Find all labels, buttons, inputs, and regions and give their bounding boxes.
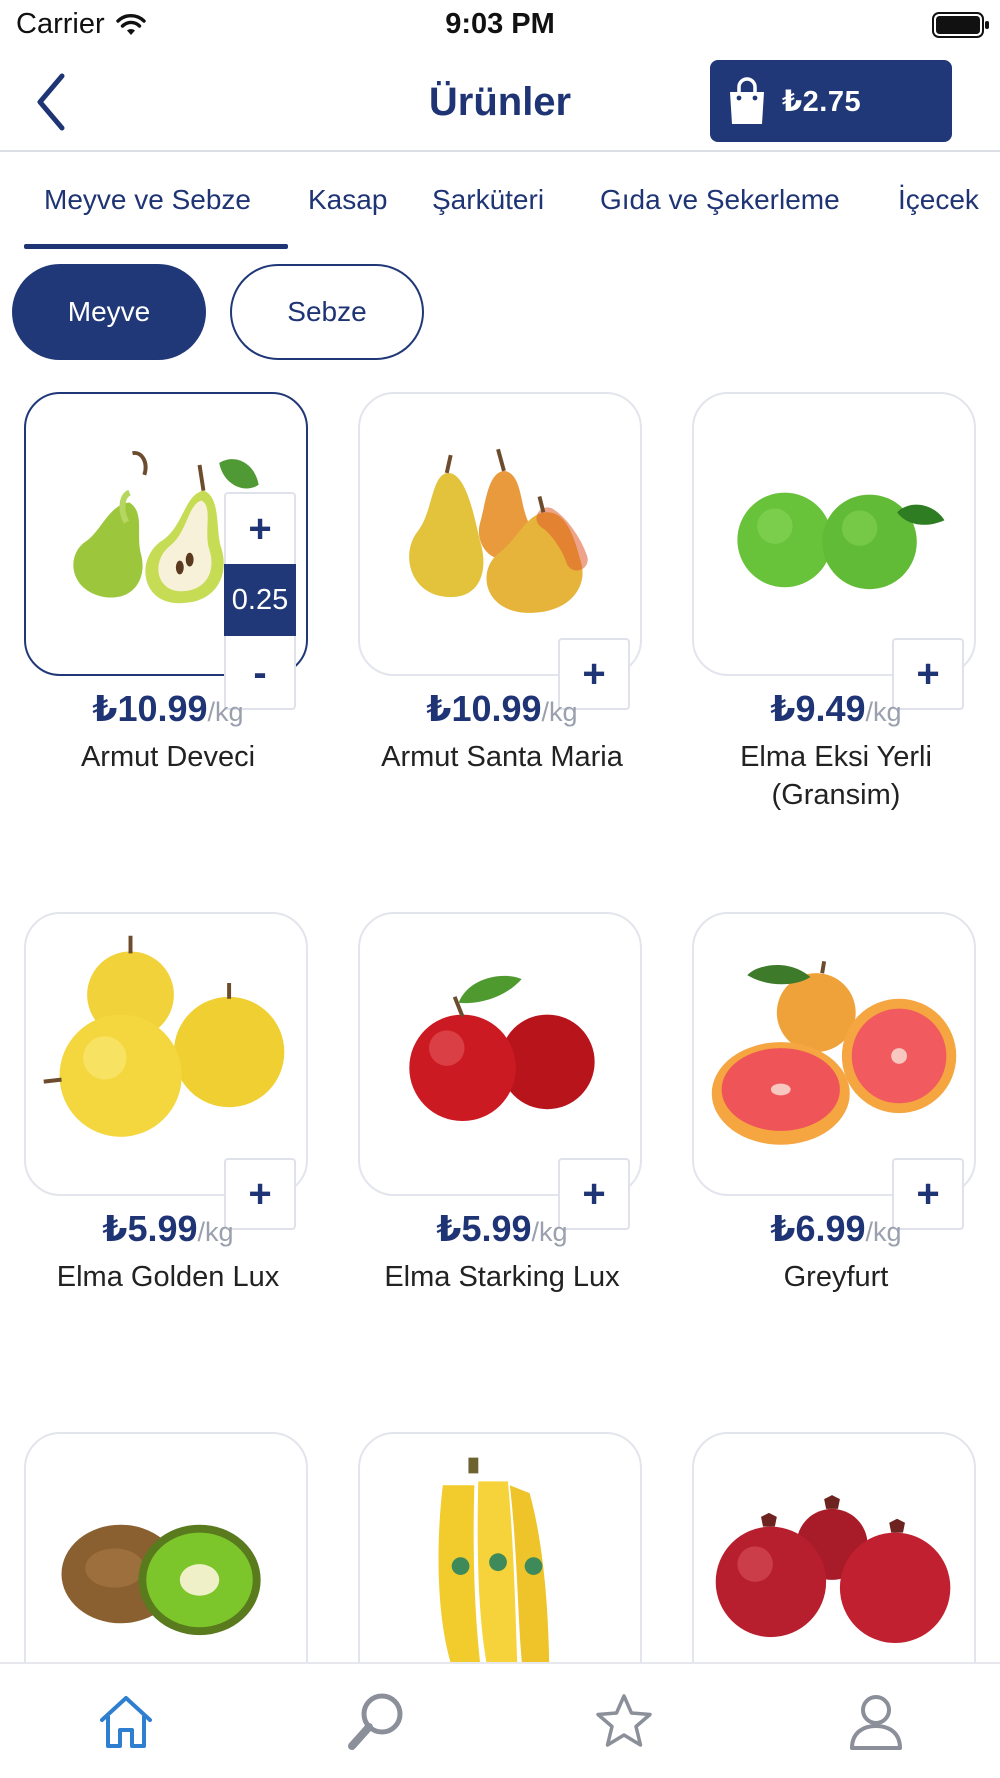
quantity-value: 0.25 (224, 564, 296, 636)
subcategory-meyve[interactable]: Meyve (12, 264, 206, 360)
star-icon (596, 1694, 652, 1747)
cart-total: ₺2.75 (782, 85, 862, 118)
price-line: ₺10.99/kg (334, 688, 670, 730)
price-unit: /kg (865, 1217, 902, 1247)
subcategory-sebze[interactable]: Sebze (230, 264, 424, 360)
price-unit: /kg (207, 697, 244, 727)
battery-icon (932, 12, 989, 38)
cart-button[interactable]: ₺2.75 (710, 60, 952, 142)
product-price: ₺10.99 (92, 688, 208, 729)
increase-quantity-button[interactable]: + (226, 494, 294, 564)
product-image-card[interactable] (692, 912, 976, 1196)
product-price: ₺5.99 (436, 1208, 532, 1249)
green-apples-image (737, 492, 945, 590)
pears-image (409, 448, 588, 613)
nav-profile[interactable] (844, 1690, 908, 1754)
active-tab-indicator (24, 244, 288, 249)
navigation-header: Ürünler ₺2.75 (0, 52, 1000, 152)
price-unit: /kg (531, 1217, 568, 1247)
home-icon (100, 1696, 152, 1748)
price-line: ₺5.99/kg (0, 1208, 336, 1250)
category-tabs: Meyve ve Sebze Kasap Şarküteri Gıda ve Ş… (0, 152, 1000, 252)
price-line: ₺10.99/kg (0, 688, 336, 730)
app-screen: Carrier 9:03 PM Ürünler ₺2.75 Meyve ve S… (0, 0, 1000, 1778)
product-price: ₺9.49 (770, 688, 866, 729)
price-line: ₺6.99/kg (668, 1208, 1000, 1250)
price-unit: /kg (865, 697, 902, 727)
price-line: ₺5.99/kg (334, 1208, 670, 1250)
status-bar: Carrier 9:03 PM (0, 0, 1000, 52)
product-image-card[interactable] (358, 392, 642, 676)
status-time: 9:03 PM (445, 8, 555, 40)
product-name: Elma Golden Lux (56, 1261, 280, 1293)
product-price: ₺5.99 (102, 1208, 198, 1249)
price-unit: /kg (197, 1217, 234, 1247)
product-name: Elma Eksi Yerli (Gransim) (740, 741, 932, 811)
tab-sarkuteri[interactable]: Şarküteri (432, 184, 544, 216)
product-name: Elma Starking Lux (384, 1261, 620, 1293)
product-image-card[interactable] (692, 392, 976, 676)
product-name: Greyfurt (783, 1261, 889, 1293)
tab-kasap[interactable]: Kasap (308, 184, 387, 216)
grapefruit-image (711, 960, 957, 1145)
product-price: ₺10.99 (426, 688, 542, 729)
nav-favorites[interactable] (592, 1690, 656, 1754)
product-image-card[interactable] (358, 912, 642, 1196)
price-unit: /kg (541, 697, 578, 727)
nav-home[interactable] (94, 1690, 158, 1754)
price-line: ₺9.49/kg (668, 688, 1000, 730)
profile-icon (850, 1695, 902, 1750)
product-name: Armut Deveci (80, 741, 256, 773)
red-apples-image (409, 975, 595, 1122)
shopping-bag-icon (730, 77, 764, 124)
product-price: ₺6.99 (770, 1208, 866, 1249)
nav-search[interactable] (344, 1690, 408, 1754)
product-image-card[interactable] (24, 912, 308, 1196)
tab-icecek[interactable]: İçecek (898, 184, 979, 216)
product-name: Armut Santa Maria (381, 741, 623, 773)
golden-apples-image (43, 935, 285, 1137)
quantity-stepper: + 0.25 - (224, 492, 296, 710)
bottom-tab-bar (0, 1662, 1000, 1778)
search-icon (348, 1693, 403, 1750)
tab-meyve-ve-sebze[interactable]: Meyve ve Sebze (44, 184, 251, 216)
tab-gida-ve-sekerleme[interactable]: Gıda ve Şekerleme (600, 184, 840, 216)
